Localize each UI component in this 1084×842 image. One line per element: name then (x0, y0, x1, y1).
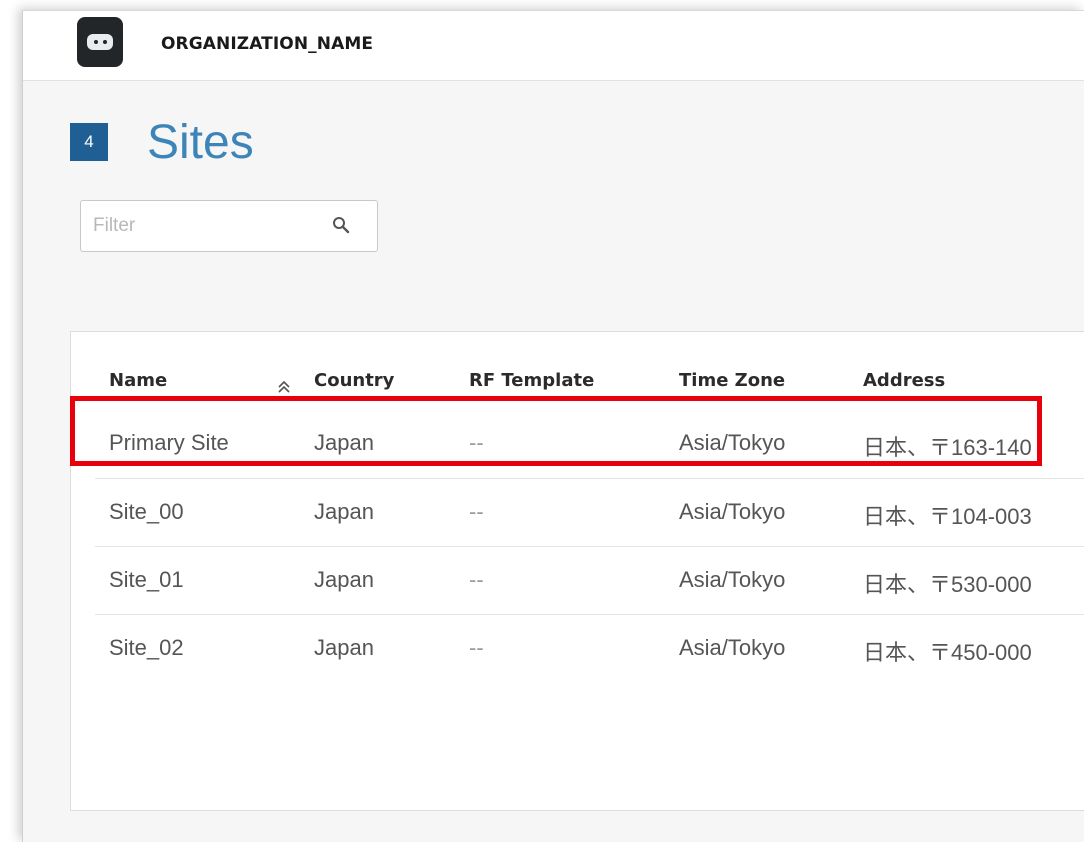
robot-logo-icon[interactable] (77, 17, 123, 67)
column-header-time-zone[interactable]: Time Zone (679, 370, 785, 391)
filter-box[interactable] (80, 200, 378, 252)
sites-table: Name Country RF Template Time Zone Addre… (70, 331, 1084, 811)
time-zone-cell: Asia/Tokyo (679, 499, 786, 524)
table-row[interactable]: Site_00 Japan -- Asia/Tokyo 日本、〒104-003 (95, 478, 1084, 546)
table-row[interactable]: Site_01 Japan -- Asia/Tokyo 日本、〒530-000 (95, 546, 1084, 614)
organization-name[interactable]: ORGANIZATION_NAME (161, 34, 373, 54)
rf-template-cell: -- (469, 430, 484, 455)
site-name-cell[interactable]: Site_01 (109, 567, 184, 593)
site-name-cell[interactable]: Site_00 (109, 499, 184, 525)
search-icon[interactable] (331, 215, 351, 235)
table-row[interactable]: Primary Site Japan -- Asia/Tokyo 日本、〒163… (95, 410, 1084, 478)
address-cell: 日本、〒530-000 (863, 572, 1032, 597)
column-header-name[interactable]: Name (109, 370, 167, 391)
rf-template-cell: -- (469, 499, 484, 524)
filter-input[interactable] (81, 201, 321, 251)
column-header-country[interactable]: Country (314, 370, 394, 391)
time-zone-cell: Asia/Tokyo (679, 567, 786, 592)
time-zone-cell: Asia/Tokyo (679, 430, 786, 455)
rf-template-cell: -- (469, 635, 484, 660)
address-cell: 日本、〒104-003 (863, 504, 1032, 529)
column-header-address[interactable]: Address (863, 370, 945, 391)
country-cell: Japan (314, 635, 374, 660)
table-row[interactable]: Site_02 Japan -- Asia/Tokyo 日本、〒450-000 (95, 614, 1084, 682)
column-header-rf-template[interactable]: RF Template (469, 370, 594, 391)
app-window: ORGANIZATION_NAME 4 Sites Name Country R… (22, 10, 1084, 842)
site-count-badge: 4 (70, 123, 108, 161)
country-cell: Japan (314, 430, 374, 455)
address-cell: 日本、〒450-000 (863, 640, 1032, 665)
site-name-cell[interactable]: Site_02 (109, 635, 184, 661)
top-bar: ORGANIZATION_NAME (23, 11, 1084, 81)
rf-template-cell: -- (469, 567, 484, 592)
country-cell: Japan (314, 499, 374, 524)
country-cell: Japan (314, 567, 374, 592)
address-cell: 日本、〒163-140 (863, 435, 1032, 460)
page-title: Sites (147, 116, 254, 169)
site-name-cell[interactable]: Primary Site (109, 430, 229, 456)
sort-ascending-icon[interactable] (277, 378, 291, 396)
time-zone-cell: Asia/Tokyo (679, 635, 786, 660)
